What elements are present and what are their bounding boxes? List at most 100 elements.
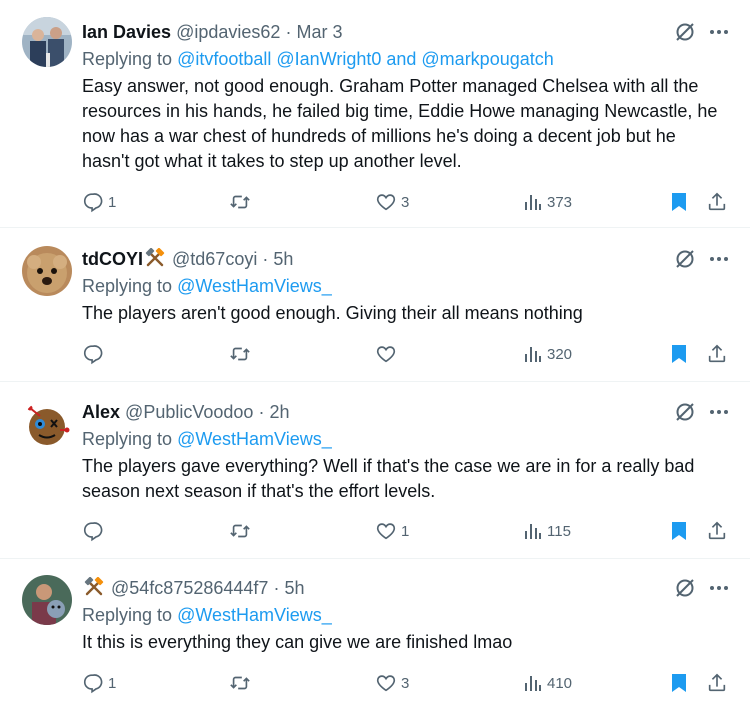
replying-to-prefix: Replying to bbox=[82, 276, 173, 296]
separator-dot: · bbox=[285, 22, 292, 42]
tweet-text: It this is everything they can give we a… bbox=[82, 632, 513, 652]
tweet-item[interactable]: Ian Davies @ipdavies62 · Mar 3 Replying … bbox=[0, 0, 750, 228]
replying-to-handles[interactable]: @WestHamViews_ bbox=[177, 276, 332, 296]
user-handle[interactable]: @ipdavies62 bbox=[176, 22, 280, 42]
action-bar: 1 3 410 bbox=[0, 668, 750, 698]
avatar[interactable] bbox=[22, 246, 72, 296]
share-icon bbox=[708, 192, 726, 211]
avatar[interactable] bbox=[22, 400, 72, 450]
like-count: 1 bbox=[401, 522, 410, 540]
more-icon[interactable] bbox=[708, 402, 730, 422]
tweet-header: @54fc875286444f7 · 5h bbox=[82, 576, 304, 603]
views-button[interactable]: 410 bbox=[523, 668, 572, 698]
share-icon bbox=[708, 521, 726, 540]
retweet-icon bbox=[230, 195, 250, 209]
timestamp[interactable]: 5h bbox=[273, 249, 293, 269]
replying-to-prefix: Replying to bbox=[82, 605, 173, 625]
views-button[interactable]: 320 bbox=[523, 339, 572, 369]
separator-dot: · bbox=[262, 249, 269, 269]
bookmark-icon bbox=[672, 522, 686, 540]
share-button[interactable] bbox=[706, 187, 728, 217]
views-count: 410 bbox=[547, 674, 573, 692]
heart-icon bbox=[376, 194, 396, 211]
replying-to-handles[interactable]: @itvfootball @IanWright0 and @markpougat… bbox=[177, 49, 554, 69]
timestamp[interactable]: 5h bbox=[284, 578, 304, 598]
timestamp[interactable]: Mar 3 bbox=[296, 22, 342, 42]
views-icon bbox=[525, 524, 541, 539]
user-handle[interactable]: @td67coyi bbox=[172, 249, 257, 269]
share-button[interactable] bbox=[706, 516, 728, 546]
bookmark-icon bbox=[672, 674, 686, 692]
reply-count: 1 bbox=[108, 193, 117, 211]
share-icon bbox=[708, 344, 726, 363]
grok-icon[interactable] bbox=[673, 400, 697, 424]
reply-feed: Ian Davies @ipdavies62 · Mar 3 Replying … bbox=[0, 0, 750, 709]
display-name[interactable]: Ian Davies bbox=[82, 22, 171, 42]
retweet-button[interactable] bbox=[228, 668, 256, 698]
replying-to-prefix: Replying to bbox=[82, 429, 173, 449]
like-button[interactable]: 3 bbox=[375, 187, 409, 217]
reply-count: 1 bbox=[108, 674, 117, 692]
action-bar: 320 bbox=[0, 339, 750, 369]
avatar[interactable] bbox=[22, 575, 72, 625]
tweet-item[interactable]: Alex @PublicVoodoo · 2h Replying to @Wes… bbox=[0, 382, 750, 559]
replying-to: Replying to @WestHamViews_ bbox=[82, 603, 332, 627]
heart-icon bbox=[376, 523, 396, 540]
separator-dot: · bbox=[258, 402, 265, 422]
tweet-header: tdCOYI @td67coyi · 5h bbox=[82, 247, 293, 274]
replying-to-handles[interactable]: @WestHamViews_ bbox=[177, 429, 332, 449]
like-count: 3 bbox=[401, 674, 410, 692]
like-button[interactable] bbox=[375, 339, 401, 369]
bookmark-button[interactable] bbox=[669, 668, 689, 698]
views-count: 115 bbox=[547, 522, 571, 540]
reply-icon bbox=[83, 522, 103, 542]
like-button[interactable]: 1 bbox=[375, 516, 409, 546]
share-button[interactable] bbox=[706, 668, 728, 698]
timestamp[interactable]: 2h bbox=[269, 402, 289, 422]
retweet-button[interactable] bbox=[228, 516, 256, 546]
tweet-text: The players gave everything? Well if tha… bbox=[82, 456, 695, 501]
retweet-button[interactable] bbox=[228, 339, 256, 369]
reply-icon bbox=[83, 345, 103, 365]
reply-button[interactable]: 1 bbox=[82, 187, 116, 217]
views-icon bbox=[525, 195, 541, 210]
avatar[interactable] bbox=[22, 17, 72, 67]
replying-to-handles[interactable]: @WestHamViews_ bbox=[177, 605, 332, 625]
tweet-text: Easy answer, not good enough. Graham Pot… bbox=[82, 76, 718, 171]
reply-button[interactable]: 1 bbox=[82, 668, 116, 698]
reply-button[interactable] bbox=[82, 339, 108, 369]
hammers-emoji bbox=[145, 247, 165, 274]
user-handle[interactable]: @PublicVoodoo bbox=[125, 402, 253, 422]
grok-icon[interactable] bbox=[673, 247, 697, 271]
share-icon bbox=[708, 673, 726, 692]
like-button[interactable]: 3 bbox=[375, 668, 409, 698]
share-button[interactable] bbox=[706, 339, 728, 369]
display-name[interactable]: tdCOYI bbox=[82, 249, 143, 269]
like-count: 3 bbox=[401, 193, 410, 211]
more-icon[interactable] bbox=[708, 249, 730, 269]
action-bar: 1 115 bbox=[0, 516, 750, 546]
views-icon bbox=[525, 676, 541, 691]
tweet-item[interactable]: @54fc875286444f7 · 5h Replying to @WestH… bbox=[0, 559, 750, 709]
retweet-icon bbox=[230, 347, 250, 361]
user-handle[interactable]: @54fc875286444f7 bbox=[111, 578, 268, 598]
more-icon[interactable] bbox=[708, 22, 730, 42]
retweet-button[interactable] bbox=[228, 187, 256, 217]
bookmark-button[interactable] bbox=[669, 339, 689, 369]
bookmark-button[interactable] bbox=[669, 516, 689, 546]
display-name[interactable]: Alex bbox=[82, 402, 120, 422]
tweet-header: Alex @PublicVoodoo · 2h bbox=[82, 400, 289, 424]
separator-dot: · bbox=[273, 578, 280, 598]
more-icon[interactable] bbox=[708, 578, 730, 598]
bookmark-button[interactable] bbox=[669, 187, 689, 217]
grok-icon[interactable] bbox=[673, 576, 697, 600]
views-button[interactable]: 115 bbox=[523, 516, 571, 546]
retweet-icon bbox=[230, 524, 250, 538]
replying-to: Replying to @WestHamViews_ bbox=[82, 274, 332, 298]
views-button[interactable]: 373 bbox=[523, 187, 572, 217]
bookmark-icon bbox=[672, 345, 686, 363]
grok-icon[interactable] bbox=[673, 20, 697, 44]
replying-to: Replying to @itvfootball @IanWright0 and… bbox=[82, 47, 554, 71]
tweet-item[interactable]: tdCOYI @td67coyi · 5h Replying to @WestH… bbox=[0, 228, 750, 382]
reply-button[interactable] bbox=[82, 516, 108, 546]
